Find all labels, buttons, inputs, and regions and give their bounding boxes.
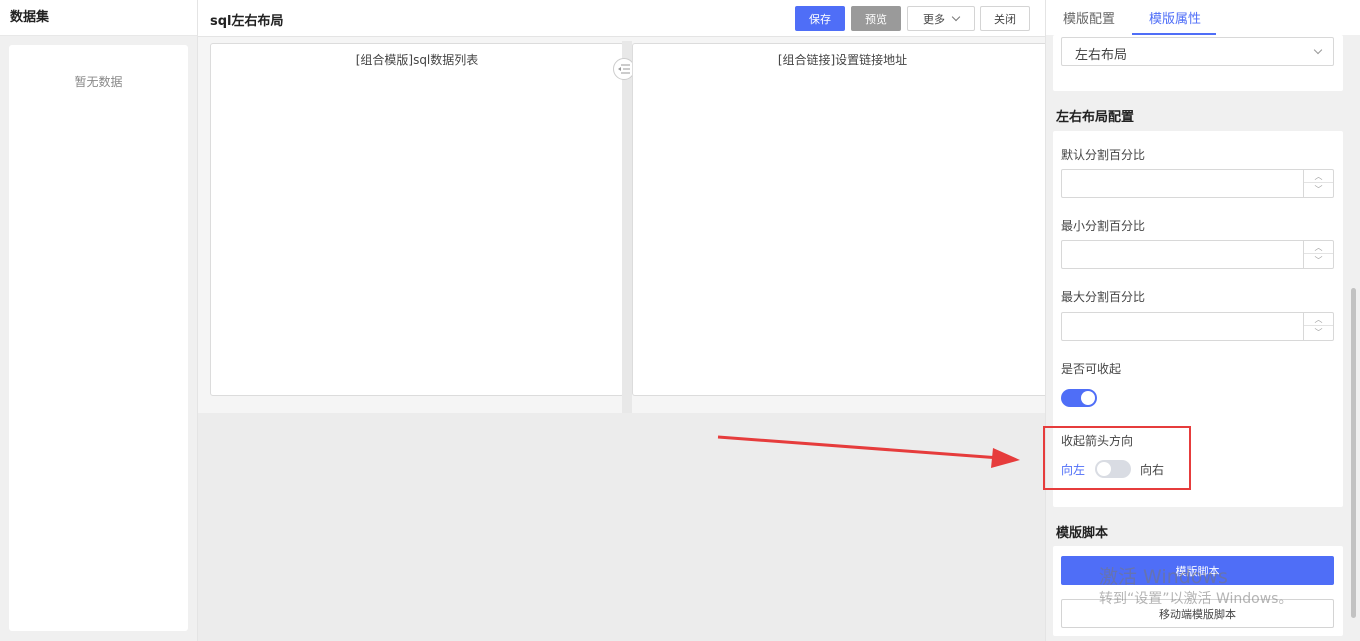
min-split-stepper: ︿ ﹀: [1303, 241, 1333, 268]
increment-icon[interactable]: ︿: [1304, 170, 1333, 183]
tab-template-properties[interactable]: 模版属性: [1149, 8, 1201, 27]
collapsible-label: 是否可收起: [1061, 362, 1122, 376]
increment-icon[interactable]: ︿: [1304, 241, 1333, 254]
decrement-icon[interactable]: ﹀: [1304, 254, 1333, 267]
properties-scrollbar[interactable]: [1351, 288, 1356, 618]
more-dropdown-button[interactable]: 更多: [907, 6, 975, 31]
max-split-input[interactable]: ︿ ﹀: [1061, 312, 1334, 341]
default-split-input[interactable]: ︿ ﹀: [1061, 169, 1334, 198]
save-button[interactable]: 保存: [795, 6, 845, 31]
page-title: sql左右布局: [210, 14, 284, 29]
default-split-stepper: ︿ ﹀: [1303, 170, 1333, 197]
editor-header: sql左右布局 保存 预览 更多 关闭: [198, 0, 1045, 37]
dataset-title: 数据集: [0, 0, 197, 36]
empty-text: 暂无数据: [74, 75, 123, 89]
layout-config-title: 左右布局配置: [1056, 110, 1135, 125]
decrement-icon[interactable]: ﹀: [1304, 183, 1333, 196]
right-pane[interactable]: [组合链接]设置链接地址: [632, 43, 1052, 396]
properties-panel: 模版配置 模版属性 左右布局 左右布局配置 默认分割百分比 ︿ ﹀ 最小分割百分…: [1045, 0, 1360, 641]
script-section-title: 模版脚本: [1056, 526, 1109, 541]
dataset-panel: 数据集 暂无数据: [0, 0, 198, 641]
preview-button[interactable]: 预览: [851, 6, 901, 31]
more-label: 更多: [923, 12, 945, 26]
layout-canvas: [组合模版]sql数据列表 [组合链接]设置链接地址: [198, 37, 1052, 641]
max-split-stepper: ︿ ﹀: [1303, 313, 1333, 340]
annotation-highlight-box: [1043, 426, 1191, 490]
min-split-input[interactable]: ︿ ﹀: [1061, 240, 1334, 269]
right-pane-label: [组合链接]设置链接地址: [777, 53, 908, 67]
toggle-knob: [1081, 391, 1095, 405]
min-split-label: 最小分割百分比: [1061, 219, 1146, 233]
chevron-down-icon: [951, 12, 961, 21]
properties-tabs: 模版配置 模版属性: [1046, 0, 1360, 35]
tab-template-config[interactable]: 模版配置: [1063, 8, 1115, 27]
layout-type-select[interactable]: 左右布局: [1061, 37, 1334, 66]
layout-type-value: 左右布局: [1075, 48, 1128, 63]
windows-activation-hint: 转到“设置”以激活 Windows。: [1099, 591, 1293, 607]
decrement-icon[interactable]: ﹀: [1304, 326, 1333, 339]
layout-type-card: 左右布局: [1053, 35, 1343, 91]
collapsible-toggle[interactable]: [1061, 389, 1097, 407]
left-pane-label: [组合模版]sql数据列表: [355, 53, 479, 67]
split-layout-area: [组合模版]sql数据列表 [组合链接]设置链接地址: [198, 37, 1052, 413]
default-split-label: 默认分割百分比: [1061, 148, 1146, 162]
windows-activation-watermark: 激活 Windows: [1099, 566, 1228, 588]
close-button[interactable]: 关闭: [980, 6, 1030, 31]
increment-icon[interactable]: ︿: [1304, 313, 1333, 326]
chevron-down-icon: [1313, 45, 1323, 55]
max-split-label: 最大分割百分比: [1061, 290, 1146, 304]
left-pane[interactable]: [组合模版]sql数据列表: [210, 43, 624, 396]
dataset-list: 暂无数据: [9, 45, 188, 631]
splitter-bar[interactable]: [622, 41, 632, 413]
menu-fold-icon: [618, 64, 630, 74]
